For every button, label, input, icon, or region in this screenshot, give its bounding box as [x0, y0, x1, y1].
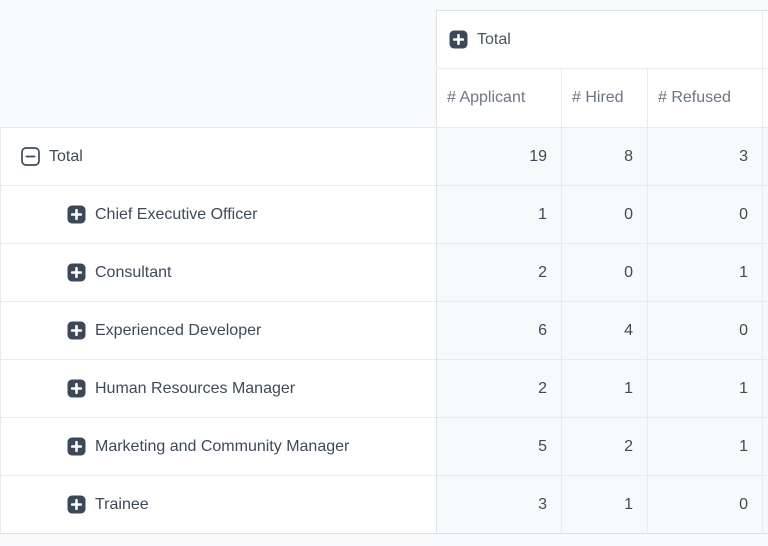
row-label: Marketing and Community Manager: [95, 438, 349, 456]
value-cell: 8: [562, 128, 648, 186]
pivot-row-total: Total 19 8 3: [1, 128, 768, 186]
value-cell: 3: [437, 476, 562, 534]
row-label: Human Resources Manager: [95, 380, 295, 398]
plus-square-icon[interactable]: [67, 263, 86, 282]
row-header-chief-executive-officer[interactable]: Chief Executive Officer: [1, 186, 437, 244]
pivot-row-experienced-developer: Experienced Developer 6 4 0: [1, 302, 768, 360]
plus-square-icon[interactable]: [67, 321, 86, 340]
pivot-row-marketing-and-community-manager: Marketing and Community Manager 5 2 1: [1, 418, 768, 476]
value-cell: 4: [562, 302, 648, 360]
row-header-trainee[interactable]: Trainee: [1, 476, 437, 534]
column-group-header-next[interactable]: [763, 11, 768, 69]
value-cell: 2: [437, 360, 562, 418]
value-cell: [763, 418, 768, 476]
row-label: Trainee: [95, 496, 149, 514]
row-label: Chief Executive Officer: [95, 206, 257, 224]
value-cell: 1: [648, 360, 763, 418]
value-cell: 2: [437, 244, 562, 302]
value-cell: 0: [648, 186, 763, 244]
pivot-row-human-resources-manager: Human Resources Manager 2 1 1: [1, 360, 768, 418]
value-cell: [763, 128, 768, 186]
row-header-experienced-developer[interactable]: Experienced Developer: [1, 302, 437, 360]
plus-square-icon[interactable]: [449, 30, 468, 49]
column-group-label: Total: [477, 31, 511, 49]
value-cell: 0: [648, 476, 763, 534]
row-header-marketing-and-community-manager[interactable]: Marketing and Community Manager: [1, 418, 437, 476]
pivot-corner-cell: [1, 11, 437, 69]
measure-header-hired[interactable]: # Hired: [562, 69, 648, 128]
value-cell: 1: [562, 360, 648, 418]
plus-square-icon[interactable]: [67, 495, 86, 514]
value-cell: 19: [437, 128, 562, 186]
value-cell: 3: [648, 128, 763, 186]
value-cell: 6: [437, 302, 562, 360]
value-cell: [763, 302, 768, 360]
value-cell: 1: [648, 244, 763, 302]
row-label: Consultant: [95, 264, 172, 282]
value-cell: [763, 476, 768, 534]
pivot-row-trainee: Trainee 3 1 0: [1, 476, 768, 534]
value-cell: 0: [648, 302, 763, 360]
value-cell: [763, 186, 768, 244]
pivot-view: Total # Applicant # Hired # Refused Tota…: [0, 10, 768, 534]
row-label: Experienced Developer: [95, 322, 261, 340]
plus-square-icon[interactable]: [67, 379, 86, 398]
value-cell: 1: [562, 476, 648, 534]
minus-square-icon[interactable]: [21, 147, 40, 166]
plus-square-icon[interactable]: [67, 205, 86, 224]
value-cell: 1: [437, 186, 562, 244]
value-cell: 0: [562, 244, 648, 302]
value-cell: 2: [562, 418, 648, 476]
pivot-table: Total # Applicant # Hired # Refused Tota…: [0, 10, 768, 534]
pivot-row-consultant: Consultant 2 0 1: [1, 244, 768, 302]
row-label: Total: [49, 148, 83, 166]
measure-header-applicant[interactable]: # Applicant: [437, 69, 562, 128]
value-cell: [763, 360, 768, 418]
plus-square-icon[interactable]: [67, 437, 86, 456]
column-group-header-total[interactable]: Total: [437, 11, 763, 69]
row-header-human-resources-manager[interactable]: Human Resources Manager: [1, 360, 437, 418]
pivot-row-chief-executive-officer: Chief Executive Officer 1 0 0: [1, 186, 768, 244]
row-header-consultant[interactable]: Consultant: [1, 244, 437, 302]
value-cell: 0: [562, 186, 648, 244]
measure-header-refused[interactable]: # Refused: [648, 69, 763, 128]
value-cell: 5: [437, 418, 562, 476]
pivot-corner-cell: [1, 69, 437, 128]
row-header-total[interactable]: Total: [1, 128, 437, 186]
measure-header-next[interactable]: [763, 69, 768, 128]
value-cell: [763, 244, 768, 302]
value-cell: 1: [648, 418, 763, 476]
